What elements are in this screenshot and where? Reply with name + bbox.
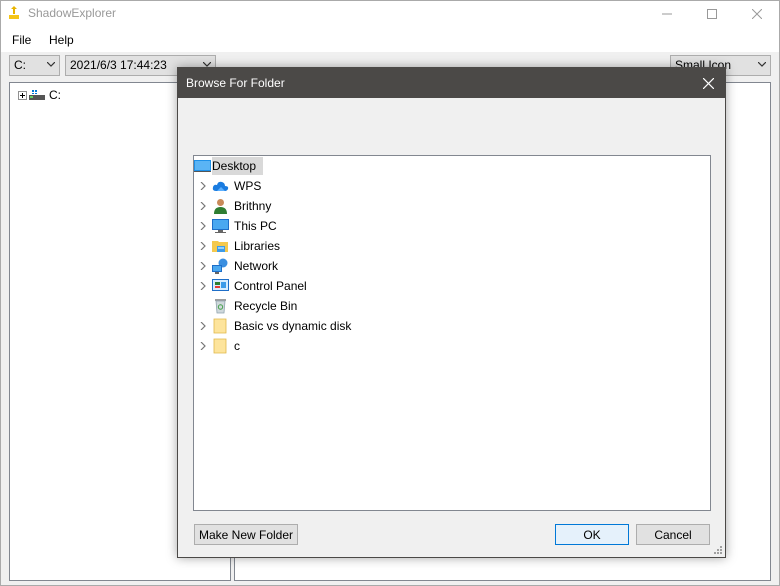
close-icon bbox=[702, 77, 714, 89]
folder-item-control-panel[interactable]: Control Panel bbox=[194, 276, 694, 296]
dialog-close-button[interactable] bbox=[691, 68, 725, 98]
folder-label: Brithny bbox=[234, 199, 272, 213]
libraries-icon bbox=[212, 241, 228, 252]
chevron-right-icon[interactable] bbox=[199, 242, 207, 250]
folder-label: Libraries bbox=[234, 239, 281, 253]
recycle-bin-icon bbox=[215, 299, 226, 314]
folder-label: Basic vs dynamic disk bbox=[234, 319, 352, 333]
tree-node-label: C: bbox=[49, 88, 61, 102]
dialog-title: Browse For Folder bbox=[186, 76, 285, 90]
folder-item-c[interactable]: c bbox=[194, 336, 694, 356]
folder-label: Network bbox=[234, 259, 279, 273]
app-icon bbox=[9, 6, 19, 19]
folder-label: Control Panel bbox=[234, 279, 307, 293]
menu-file[interactable]: File bbox=[12, 33, 31, 47]
tree-node-c[interactable]: C: bbox=[18, 88, 61, 102]
chevron-right-icon[interactable] bbox=[199, 222, 207, 230]
control-panel-icon bbox=[212, 279, 229, 291]
snapshot-select-value: 2021/6/3 17:44:23 bbox=[70, 58, 167, 72]
folder-item-network[interactable]: Network bbox=[194, 256, 694, 276]
chevron-right-icon[interactable] bbox=[199, 202, 207, 210]
drive-icon bbox=[29, 90, 45, 100]
folder-item-wps[interactable]: WPS bbox=[194, 176, 694, 196]
browse-folder-dialog: Browse For Folder Desktop WPS Brithny Th… bbox=[177, 67, 726, 558]
menu-help[interactable]: Help bbox=[49, 33, 74, 47]
menu-bar: File Help bbox=[1, 27, 779, 52]
folder-tree[interactable]: Desktop WPS Brithny This PC Libraries Ne… bbox=[193, 155, 711, 511]
drive-select-value: C: bbox=[14, 58, 26, 72]
make-new-folder-button[interactable]: Make New Folder bbox=[194, 524, 298, 545]
chevron-right-icon[interactable] bbox=[199, 322, 207, 330]
network-icon bbox=[212, 258, 228, 274]
chevron-right-icon[interactable] bbox=[199, 182, 207, 190]
drive-select[interactable]: C: bbox=[9, 55, 60, 76]
maximize-icon bbox=[706, 9, 717, 19]
folder-icon bbox=[213, 318, 227, 334]
close-button[interactable] bbox=[734, 1, 779, 27]
folder-label: Recycle Bin bbox=[234, 299, 298, 313]
cloud-icon bbox=[212, 181, 229, 191]
chevron-down-icon bbox=[47, 62, 55, 67]
folder-icon bbox=[213, 338, 227, 354]
chevron-right-icon[interactable] bbox=[199, 262, 207, 270]
folder-item-recycle-bin[interactable]: Recycle Bin bbox=[194, 296, 694, 316]
expand-icon[interactable] bbox=[18, 90, 27, 100]
window-title: ShadowExplorer bbox=[28, 6, 117, 20]
desktop-icon bbox=[194, 160, 211, 172]
folder-item-brithny[interactable]: Brithny bbox=[194, 196, 694, 216]
cancel-button[interactable]: Cancel bbox=[636, 524, 710, 545]
folder-item-this-pc[interactable]: This PC bbox=[194, 216, 694, 236]
folder-label: c bbox=[234, 339, 240, 353]
minimize-button[interactable] bbox=[644, 1, 689, 27]
computer-icon bbox=[212, 219, 229, 233]
title-bar: ShadowExplorer bbox=[1, 1, 779, 27]
resize-grip-icon[interactable] bbox=[713, 545, 723, 555]
folder-item-desktop[interactable]: Desktop bbox=[194, 156, 694, 176]
chevron-right-icon[interactable] bbox=[199, 282, 207, 290]
folder-item-libraries[interactable]: Libraries bbox=[194, 236, 694, 256]
chevron-down-icon bbox=[758, 62, 766, 67]
user-icon bbox=[214, 199, 227, 214]
chevron-right-icon[interactable] bbox=[199, 342, 207, 350]
folder-label: Desktop bbox=[212, 159, 257, 173]
folder-label: This PC bbox=[234, 219, 277, 233]
close-icon bbox=[751, 9, 762, 19]
minimize-icon bbox=[661, 13, 672, 15]
maximize-button[interactable] bbox=[689, 1, 734, 27]
dialog-title-bar: Browse For Folder bbox=[178, 68, 725, 98]
ok-button[interactable]: OK bbox=[555, 524, 629, 545]
folder-label: WPS bbox=[234, 179, 262, 193]
folder-item-basic-vs-dynamic-disk[interactable]: Basic vs dynamic disk bbox=[194, 316, 694, 336]
